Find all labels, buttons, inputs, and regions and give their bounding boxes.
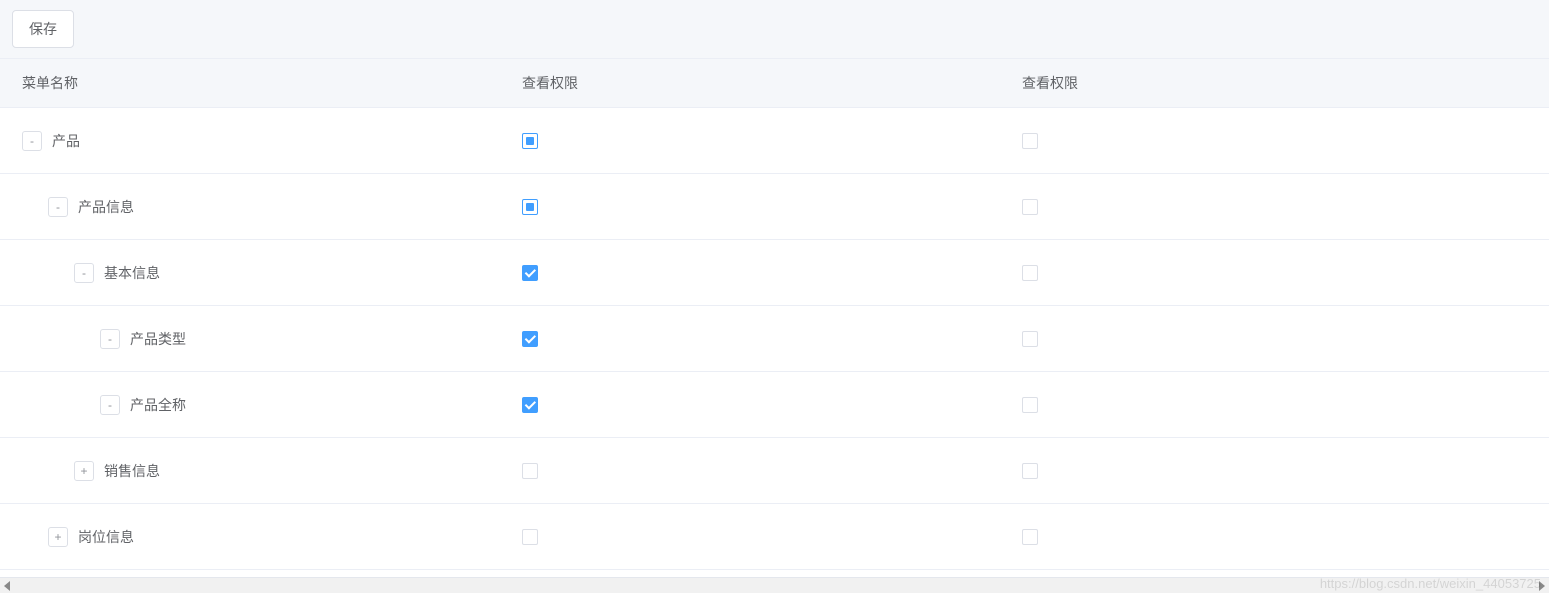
collapse-icon[interactable]: - [100, 329, 120, 349]
checkbox-perm2[interactable] [1022, 133, 1038, 149]
table-row: - 产品全称 [0, 372, 1549, 438]
table-header: 菜单名称 查看权限 查看权限 [0, 59, 1549, 108]
row-label: 产品类型 [130, 329, 186, 349]
table-row: + 销售信息 [0, 438, 1549, 504]
checkbox-perm1[interactable] [522, 265, 538, 281]
collapse-icon[interactable]: - [22, 131, 42, 151]
table-row: - 产品 [0, 108, 1549, 174]
save-button[interactable]: 保存 [12, 10, 74, 48]
checkbox-perm2[interactable] [1022, 331, 1038, 347]
row-label: 基本信息 [104, 263, 160, 283]
checkbox-perm2[interactable] [1022, 265, 1038, 281]
table-row: - 基本信息 [0, 240, 1549, 306]
row-label: 产品 [52, 131, 80, 151]
checkbox-perm1[interactable] [522, 529, 538, 545]
table-row: - 产品类型 [0, 306, 1549, 372]
checkbox-perm1[interactable] [522, 199, 538, 215]
column-header-name: 菜单名称 [0, 59, 510, 107]
column-header-perm2: 查看权限 [1010, 59, 1549, 107]
checkbox-perm1[interactable] [522, 463, 538, 479]
checkbox-perm1[interactable] [522, 331, 538, 347]
checkbox-perm2[interactable] [1022, 463, 1038, 479]
collapse-icon[interactable]: - [100, 395, 120, 415]
checkbox-perm2[interactable] [1022, 529, 1038, 545]
row-label: 岗位信息 [78, 527, 134, 547]
checkbox-perm2[interactable] [1022, 397, 1038, 413]
row-label: 产品全称 [130, 395, 186, 415]
table-row: + 岗位信息 [0, 504, 1549, 570]
checkbox-perm2[interactable] [1022, 199, 1038, 215]
collapse-icon[interactable]: - [74, 263, 94, 283]
collapse-icon[interactable]: - [48, 197, 68, 217]
toolbar: 保存 [0, 0, 1549, 58]
table-body[interactable]: - 产品 - 产品信息 - 基本信息 [0, 108, 1549, 577]
horizontal-scrollbar[interactable] [0, 577, 1549, 593]
checkbox-perm1[interactable] [522, 133, 538, 149]
expand-icon[interactable]: + [74, 461, 94, 481]
checkbox-perm1[interactable] [522, 397, 538, 413]
row-label: 产品信息 [78, 197, 134, 217]
permission-table: 菜单名称 查看权限 查看权限 - 产品 - 产品信息 - [0, 58, 1549, 593]
column-header-perm1: 查看权限 [510, 59, 1010, 107]
expand-icon[interactable]: + [48, 527, 68, 547]
table-row: - 产品信息 [0, 174, 1549, 240]
row-label: 销售信息 [104, 461, 160, 481]
